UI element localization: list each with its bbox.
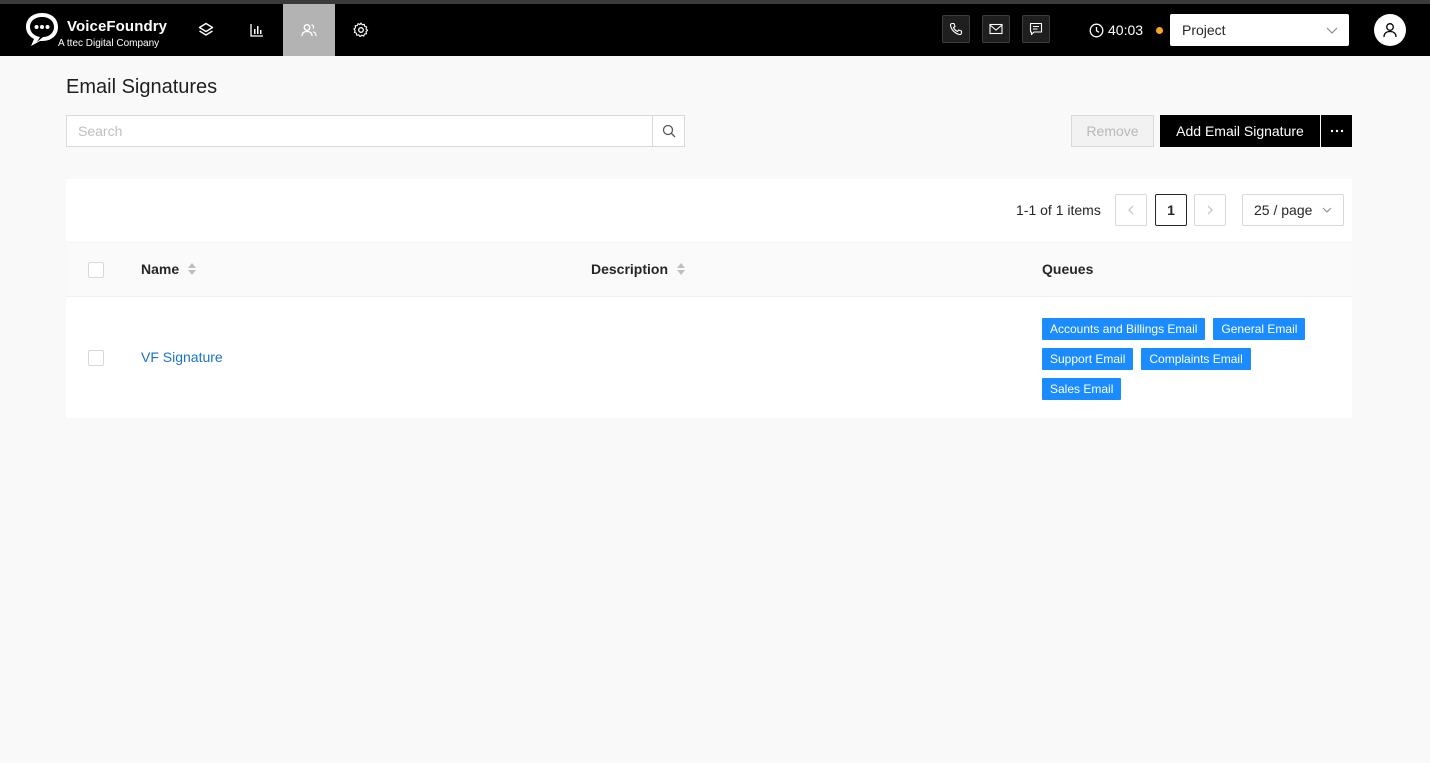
column-header-name[interactable]: Name: [141, 261, 197, 277]
sort-icon: [677, 263, 686, 275]
session-timer: 40:03: [1089, 19, 1143, 41]
table-row: VF Signature Accounts and Billings Email…: [66, 297, 1352, 418]
agent-status-dot: [1156, 27, 1163, 34]
page-size-value: 25 / page: [1254, 202, 1313, 218]
pagination-bar: 1-1 of 1 items 1 25 / page: [66, 179, 1352, 243]
nav-layers[interactable]: [180, 4, 232, 56]
pagination-total: 1-1 of 1 items: [1016, 202, 1101, 218]
row-checkbox[interactable]: [88, 350, 104, 366]
sort-icon: [188, 263, 197, 275]
pagination-page-1[interactable]: 1: [1155, 194, 1187, 226]
pagination-prev-button[interactable]: [1115, 194, 1147, 226]
page-title: Email Signatures: [66, 76, 218, 98]
email-channel-button[interactable]: [982, 15, 1010, 43]
more-actions-button[interactable]: [1321, 115, 1352, 147]
ellipsis-icon: [1330, 129, 1343, 133]
project-select-value: Project: [1182, 22, 1226, 38]
search-button[interactable]: [652, 115, 685, 147]
chat-icon: [1029, 22, 1043, 36]
chevron-right-icon: [1207, 205, 1213, 215]
project-select[interactable]: Project: [1170, 14, 1349, 46]
mail-icon: [989, 23, 1003, 35]
column-header-queues: Queues: [1042, 261, 1094, 277]
column-header-description[interactable]: Description: [591, 261, 686, 277]
search-input[interactable]: [66, 115, 653, 147]
layers-icon: [198, 22, 214, 36]
search-bar: [66, 115, 685, 147]
queue-tag: General Email: [1213, 318, 1306, 340]
queue-tag: Complaints Email: [1141, 348, 1251, 370]
user-icon: [1383, 23, 1397, 38]
timer-value: 40:03: [1108, 22, 1144, 38]
select-all-checkbox[interactable]: [88, 262, 104, 278]
signature-name-link[interactable]: VF Signature: [141, 349, 223, 365]
user-avatar[interactable]: [1374, 14, 1406, 46]
queue-tag: Accounts and Billings Email: [1042, 318, 1206, 340]
brand-name: VoiceFoundry: [67, 18, 168, 35]
nav-reports[interactable]: [231, 4, 283, 56]
remove-button[interactable]: Remove: [1071, 115, 1154, 147]
users-icon: [301, 24, 317, 37]
top-navbar: VoiceFoundry A ttec Digital Company 40:0…: [0, 4, 1430, 56]
signatures-table-card: 1-1 of 1 items 1 25 / page Name Descript…: [66, 179, 1352, 418]
chevron-down-icon: [1322, 207, 1332, 213]
chevron-down-icon: [1326, 27, 1338, 34]
page-size-select[interactable]: 25 / page: [1242, 194, 1344, 226]
nav-users[interactable]: [283, 4, 335, 56]
bar-chart-icon: [250, 24, 263, 37]
queue-tag: Sales Email: [1042, 378, 1122, 400]
brand-logo[interactable]: VoiceFoundry A ttec Digital Company: [22, 9, 182, 53]
nav-settings[interactable]: [335, 4, 387, 56]
queue-tags: Accounts and Billings Email General Emai…: [1042, 318, 1332, 400]
search-icon: [662, 124, 675, 138]
chevron-left-icon: [1128, 205, 1134, 215]
chat-channel-button[interactable]: [1022, 15, 1050, 43]
pagination-next-button[interactable]: [1194, 194, 1226, 226]
chat-bubble-logo-icon: [26, 13, 58, 46]
phone-icon: [949, 22, 963, 36]
clock-icon: [1089, 23, 1104, 37]
brand-subtitle: A ttec Digital Company: [58, 38, 160, 49]
queue-tag: Support Email: [1042, 348, 1134, 370]
phone-channel-button[interactable]: [942, 15, 970, 43]
add-email-signature-button[interactable]: Add Email Signature: [1160, 115, 1320, 147]
gear-icon: [353, 22, 369, 38]
table-header: Name Description Queues: [66, 243, 1352, 297]
